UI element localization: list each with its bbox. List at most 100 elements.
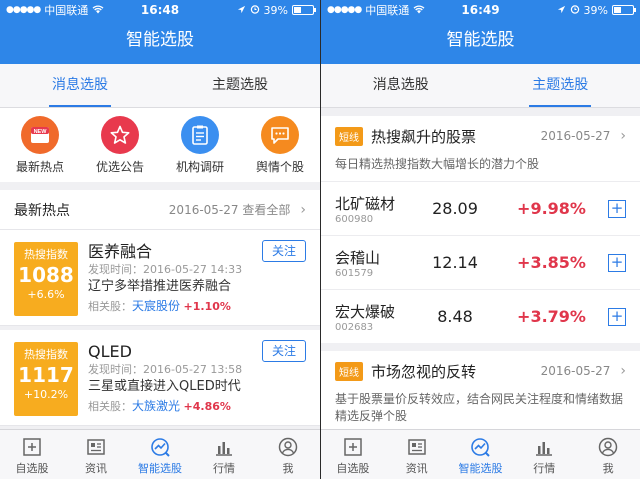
category-label: 机构调研 [175, 160, 224, 174]
smart-select-icon [469, 436, 491, 458]
news-time: 发现时间：2016-05-27 13:58 [88, 363, 243, 376]
related-stock-name[interactable]: 天宸股份 [132, 299, 180, 313]
stock-row[interactable]: 会稽山 601579 12.14 +3.85% + [321, 235, 640, 289]
news-desc: 辽宁多举措推进医养融合 [88, 279, 232, 294]
card-title: 市场忽视的反转 [371, 362, 477, 381]
tab-bar: 消息选股 主题选股 [0, 64, 320, 108]
heat-value: 1117 [18, 363, 74, 387]
news-desc: 三星或直接进入QLED时代 [88, 379, 241, 394]
bottom-tab-me[interactable]: 我 [256, 430, 320, 479]
tab-news-select[interactable]: 消息选股 [0, 64, 160, 107]
clipboard-icon [181, 116, 219, 154]
stock-name: 宏大爆破 [335, 302, 396, 321]
add-watchlist-button[interactable]: + [608, 307, 626, 326]
category-research[interactable]: 机构调研 [160, 116, 240, 182]
follow-button[interactable]: 关注 [262, 240, 306, 262]
stock-row[interactable]: 宏大爆破 002683 8.48 +3.79% + [321, 289, 640, 343]
related-label: 相关股： [88, 300, 132, 313]
tab-theme-select[interactable]: 主题选股 [481, 64, 640, 107]
new-icon: NEW [21, 116, 59, 154]
related-stock-name[interactable]: 大族激光 [132, 399, 180, 413]
section-header: 最新热点 2016-05-27 查看全部 › [0, 190, 320, 230]
bottom-tab-market[interactable]: 行情 [192, 430, 256, 479]
bottom-tab-label: 我 [282, 462, 294, 475]
bottom-tab-watchlist[interactable]: 自选股 [321, 430, 385, 479]
user-icon [277, 436, 299, 458]
category-hot[interactable]: NEW 最新热点 [0, 116, 80, 182]
battery-percent: 39% [583, 3, 608, 17]
bottom-tab-watchlist[interactable]: 自选股 [0, 430, 64, 479]
clock: 16:49 [461, 3, 500, 17]
alarm-icon [570, 4, 580, 17]
chevron-right-icon[interactable]: › [620, 128, 626, 144]
news-item[interactable]: 热搜指数 1088 +6.6% 医养融合 发现时间：2016-05-27 14:… [0, 230, 320, 326]
location-icon [237, 4, 246, 17]
bottom-tab-news[interactable]: 资讯 [385, 430, 449, 479]
category-label: 优选公告 [95, 160, 144, 174]
status-bar: ●●●●● 中国联通 16:49 39% [321, 0, 640, 20]
chevron-right-icon[interactable]: › [300, 202, 306, 218]
related-stock: 相关股：大族激光 +4.86% [88, 396, 306, 417]
related-stock: 相关股：天宸股份 +1.10% [88, 296, 306, 317]
bottom-tab-label: 行情 [213, 462, 235, 475]
heat-label: 热搜指数 [24, 248, 68, 261]
bar-chart-icon [533, 436, 555, 458]
right-screen: ●●●●● 中国联通 16:49 39% 智能选股 消息选股 主题选股 短线 热… [321, 0, 640, 479]
card-header: 短线 热搜飙升的股票 2016-05-27 › [321, 116, 640, 156]
stock-code: 601579 [335, 267, 374, 279]
theme-card-reversal[interactable]: 短线 市场忽视的反转 2016-05-27 › 基于股票量价反转效应，结合网民关… [321, 351, 640, 433]
category-label: 舆情个股 [255, 160, 304, 174]
tab-theme-select[interactable]: 主题选股 [160, 64, 320, 107]
card-subtitle: 每日精选热搜指数大幅增长的潜力个股 [335, 157, 540, 171]
add-watchlist-button[interactable]: + [608, 253, 626, 272]
theme-card-hot-search[interactable]: 短线 热搜飙升的股票 2016-05-27 › 每日精选热搜指数大幅增长的潜力个… [321, 116, 640, 343]
stock-code: 002683 [335, 321, 374, 333]
bottom-tab-label: 智能选股 [458, 462, 503, 475]
bottom-tab-smart-select[interactable]: 智能选股 [449, 430, 513, 479]
bottom-tab-label: 智能选股 [138, 462, 182, 475]
card-subtitle: 基于股票量价反转效应，结合网民关注程度和情绪数据精选反弹个股 [335, 392, 624, 423]
category-announcement[interactable]: 优选公告 [80, 116, 160, 182]
bottom-tab-smart-select[interactable]: 智能选股 [128, 430, 192, 479]
stock-row[interactable]: 北矿磁材 600980 28.09 +9.98% + [321, 181, 640, 235]
user-icon [597, 436, 619, 458]
battery-icon [292, 5, 316, 15]
tab-news-select[interactable]: 消息选股 [321, 64, 481, 107]
heat-label: 热搜指数 [24, 348, 68, 361]
signal-dots: ●●●●● [6, 5, 41, 15]
heat-value: 1088 [18, 263, 74, 287]
bottom-tab-bar: 自选股 资讯 智能选股 行情 我 [0, 429, 320, 479]
bottom-tab-label: 行情 [533, 462, 556, 475]
heat-change: +6.6% [27, 288, 65, 301]
carrier: 中国联通 [365, 4, 410, 17]
alarm-icon [250, 4, 260, 17]
news-icon [406, 436, 428, 458]
battery-icon [612, 5, 636, 15]
battery-percent: 39% [263, 3, 288, 17]
related-stock-change: +1.10% [183, 300, 231, 313]
news-item[interactable]: 热搜指数 1117 +10.2% QLED 发现时间：2016-05-27 13… [0, 330, 320, 426]
tab-bar: 消息选股 主题选股 [321, 64, 640, 108]
category-sentiment[interactable]: 舆情个股 [240, 116, 320, 182]
bottom-tab-news[interactable]: 资讯 [64, 430, 128, 479]
short-term-tag: 短线 [335, 361, 363, 381]
stock-name: 会稽山 [335, 248, 381, 267]
related-label: 相关股： [88, 400, 132, 413]
category-icons: NEW 最新热点 优选公告 机构调研 舆情个股 [0, 108, 320, 182]
stock-code: 600980 [335, 213, 374, 225]
bottom-tab-label: 资讯 [85, 462, 107, 475]
left-screen: ●●●●● 中国联通 16:48 39% 智能选股 消息选股 主题选股 NEW … [0, 0, 320, 479]
bottom-tab-me[interactable]: 我 [576, 430, 640, 479]
chevron-right-icon[interactable]: › [620, 363, 626, 379]
follow-button[interactable]: 关注 [262, 340, 306, 362]
bottom-tab-market[interactable]: 行情 [512, 430, 576, 479]
add-watchlist-button[interactable]: + [608, 199, 626, 218]
view-all-link[interactable]: 查看全部 [242, 203, 290, 217]
related-stock-change: +4.86% [183, 400, 231, 413]
chat-icon [261, 116, 299, 154]
section-title: 最新热点 [14, 202, 70, 219]
section-date-viewall[interactable]: 2016-05-27 查看全部 [169, 201, 291, 218]
location-icon [557, 4, 566, 17]
plus-box-icon [21, 436, 43, 458]
star-icon [101, 116, 139, 154]
